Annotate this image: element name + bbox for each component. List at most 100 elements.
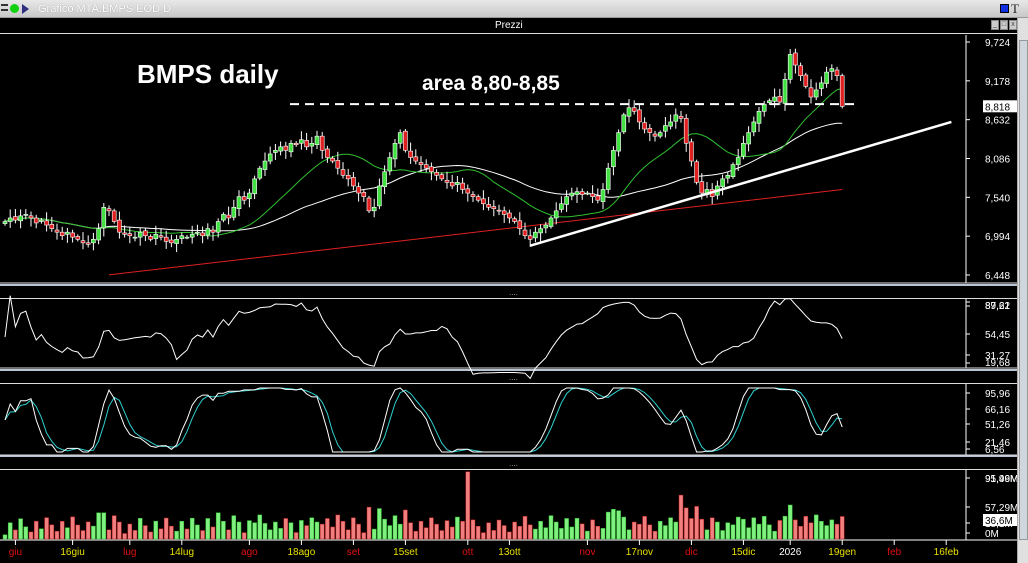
date-label: 13ott: [498, 547, 520, 558]
level-label: area 8,80-8,85: [422, 72, 560, 95]
volume-bar: [195, 524, 200, 540]
candle-body: [470, 194, 476, 197]
candle-body: [179, 235, 185, 239]
candle-body: [439, 174, 445, 180]
candle-body: [683, 118, 689, 144]
candle-body: [423, 164, 429, 169]
candle-body: [169, 239, 174, 244]
candle-body: [481, 198, 486, 205]
volume-bar: [340, 521, 346, 540]
date-label: giu: [9, 547, 22, 558]
candle-body: [839, 75, 845, 107]
candle-body: [611, 150, 616, 168]
candle-body: [507, 212, 512, 219]
volume-bar: [44, 517, 49, 540]
candle-body: [767, 100, 772, 104]
volume-bar: [553, 521, 559, 540]
candle-body: [299, 139, 304, 144]
candle-body: [49, 224, 55, 229]
volume-bar: [538, 521, 543, 540]
candle-body: [33, 217, 39, 224]
volume-bar: [434, 523, 439, 540]
candle-body: [455, 182, 460, 185]
candle-body: [65, 231, 70, 235]
volume-bar: [486, 522, 491, 540]
candle-body: [678, 115, 684, 119]
candle-body: [699, 181, 705, 194]
candle-body: [304, 140, 309, 148]
candle-body: [111, 210, 117, 222]
volume-bar: [548, 515, 554, 540]
candle-body: [23, 214, 29, 216]
volume-bar: [299, 520, 304, 540]
volume-bar: [423, 527, 429, 540]
volume-bar: [241, 532, 247, 540]
last-price-label: 8,818: [985, 102, 1010, 113]
volume-bar: [429, 517, 434, 540]
candle-body: [512, 218, 517, 222]
candle-body: [241, 196, 247, 201]
volume-bar: [91, 525, 96, 540]
volume-bar: [293, 532, 299, 540]
scrollbar-thumb[interactable]: [1019, 40, 1028, 540]
candle-body: [793, 52, 798, 66]
volume-bar: [106, 529, 112, 540]
volume-bar: [382, 518, 387, 540]
price-tick-label: 6,448: [985, 271, 1010, 282]
volume-bar: [444, 520, 450, 540]
volume-bar: [746, 527, 751, 540]
candle-body: [283, 145, 289, 151]
candle-body: [663, 125, 668, 132]
candle-body: [761, 103, 767, 112]
candle-body: [314, 135, 320, 146]
volume-bar: [767, 524, 772, 540]
volume-bar: [559, 528, 564, 540]
volume-bar: [839, 516, 845, 540]
candle-body: [642, 122, 647, 130]
candle-body: [569, 192, 575, 197]
candle-body: [538, 228, 543, 234]
volume-bar: [153, 520, 159, 540]
stoch-d-line: [4, 387, 843, 453]
candle-body: [746, 132, 751, 145]
candle-body: [257, 167, 263, 179]
volume-bar: [325, 518, 330, 540]
volume-bar: [179, 521, 185, 540]
volume-bar: [361, 532, 367, 540]
stoch-tick-label: 66,16: [985, 405, 1010, 416]
volume-bar: [163, 517, 169, 540]
volume-bar: [725, 522, 731, 540]
vertical-scrollbar[interactable]: [1017, 18, 1028, 563]
volume-bar: [288, 522, 294, 540]
candle-body: [782, 78, 788, 104]
volume-bar: [709, 517, 715, 540]
chart-title: BMPS daily: [137, 59, 279, 89]
price-tick-label: 8,086: [985, 155, 1010, 166]
volume-bar: [824, 525, 829, 540]
candle-body: [148, 236, 153, 240]
volume-bar: [470, 519, 476, 540]
volume-bar: [772, 530, 777, 540]
volume-bar: [371, 528, 377, 540]
candle-body: [387, 157, 393, 172]
volume-bar: [2, 534, 8, 540]
volume-bar: [475, 526, 481, 540]
candle-body: [351, 177, 356, 187]
volume-bar: [148, 531, 153, 540]
volume-bar: [730, 524, 736, 540]
volume-bar: [683, 507, 689, 540]
candle-body: [517, 220, 523, 229]
candle-body: [486, 204, 491, 208]
candle-body: [741, 142, 746, 157]
volume-bar: [273, 521, 278, 540]
volume-bar: [782, 515, 788, 540]
candle-body: [429, 166, 434, 173]
candle-body: [652, 133, 658, 137]
rsi-tick-label: 54,45: [985, 330, 1010, 341]
candle-body: [496, 209, 502, 212]
volume-tick-label: 0M: [985, 529, 999, 540]
candle-body: [798, 65, 803, 77]
volume-bar: [13, 529, 18, 540]
volume-bar: [569, 526, 575, 540]
volume-bar: [600, 528, 606, 540]
